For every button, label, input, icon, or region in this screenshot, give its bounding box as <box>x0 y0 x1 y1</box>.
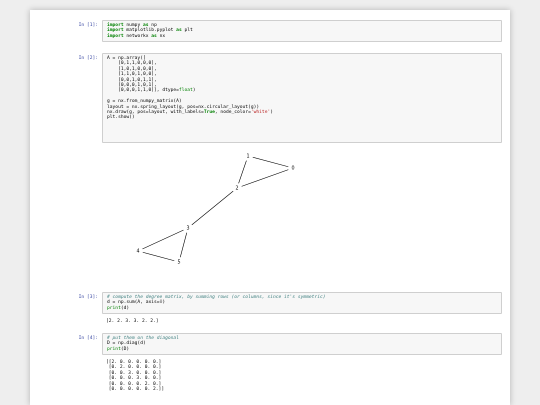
graph-node-label-2: 2 <box>235 186 238 192</box>
notebook: In [1]: import numpy as np import matplo… <box>30 10 510 405</box>
code-token: ) <box>162 300 166 306</box>
code-token: print <box>107 305 121 311</box>
input-prompt: In [1]: <box>78 23 98 28</box>
graph-edge-0-1 <box>247 155 294 169</box>
code-token: print <box>107 346 121 352</box>
code-text: import numpy as np import matplotlib.pyp… <box>103 21 501 41</box>
input-prompt: In [3]: <box>78 295 98 300</box>
code-token: [0,1,1,0,0,0], <box>107 61 157 67</box>
code-token: import <box>107 28 124 34</box>
graph-plot: 0 1 2 3 4 5 <box>133 151 298 267</box>
input-prompt: In [2]: <box>78 56 98 61</box>
code-token: True <box>203 110 215 116</box>
code-text: A = np.array([ [0,1,1,0,0,0], [1,0,1,0,0… <box>103 54 501 123</box>
code-token: plt.show() <box>107 115 135 121</box>
code-token: import <box>107 33 124 39</box>
graph-edge-3-4 <box>137 227 189 252</box>
code-token: layout = nx.spring_layout(g, pos=nx.circ… <box>107 104 260 110</box>
code-token: plt <box>181 28 193 34</box>
code-token: ) <box>192 88 196 94</box>
code-text: # compute the degree matrix, by summing … <box>103 293 501 313</box>
cell-output: [[2. 0. 0. 0. 0. 0.] [0. 2. 0. 0. 0. 0.]… <box>106 360 165 393</box>
code-token: (D) <box>120 346 130 352</box>
code-input-1[interactable]: import numpy as np import matplotlib.pyp… <box>102 20 502 42</box>
graph-node-label-4: 4 <box>136 249 139 255</box>
code-token: nx <box>156 33 166 39</box>
code-token: g = nx.from_numpy_matrix(A) <box>107 99 182 105</box>
code-token: ) <box>270 110 274 116</box>
code-input-3[interactable]: # compute the degree matrix, by summing … <box>102 292 502 314</box>
code-token: [0,0,0,1,1,0]], dtype= <box>107 88 179 94</box>
code-token: (d) <box>120 305 130 311</box>
graph-edge-0-2 <box>236 167 294 189</box>
code-token: , node_color= <box>214 110 251 116</box>
code-token: [0,0,1,0,1,1], <box>107 77 157 83</box>
code-input-2[interactable]: A = np.array([ [0,1,1,0,0,0], [1,0,1,0,0… <box>102 53 502 143</box>
cell-output: [2. 2. 3. 3. 2. 2.] <box>106 319 159 324</box>
code-text: # put them on the diagonal D = np.diag(d… <box>103 334 501 354</box>
graph-node-label-0: 0 <box>291 166 294 172</box>
graph-node-label-1: 1 <box>246 154 249 160</box>
code-token: networkx <box>123 33 152 39</box>
code-token: D = np.diag(d) <box>107 341 146 347</box>
graph-node-label-5: 5 <box>177 260 180 266</box>
input-prompt: In [4]: <box>78 336 98 341</box>
graph-edge-2-3 <box>187 187 238 229</box>
code-token: [1,1,0,1,0,0], <box>107 72 157 78</box>
graph-edge-1-2 <box>236 155 249 189</box>
graph-node-label-3: 3 <box>186 226 189 232</box>
code-token: 'white' <box>250 110 271 116</box>
code-token: float <box>178 88 193 94</box>
code-token: matplotlib.pyplot <box>123 28 177 34</box>
graph-edge-4-5 <box>137 250 180 263</box>
code-token: d = np.sum(A, axis= <box>107 300 160 306</box>
graph-edge-3-5 <box>178 227 189 263</box>
code-input-4[interactable]: # put them on the diagonal D = np.diag(d… <box>102 333 502 355</box>
